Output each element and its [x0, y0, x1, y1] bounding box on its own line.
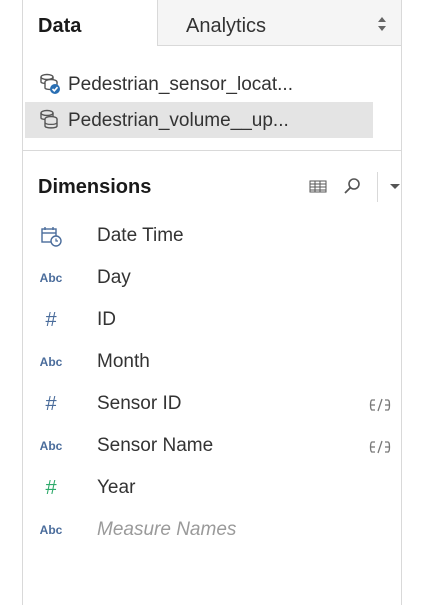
string-type-icon: Abc	[39, 355, 63, 369]
data-source-item[interactable]: Pedestrian_sensor_locat...	[25, 66, 373, 102]
number-type-icon: #	[45, 477, 57, 499]
field-row-sensor-id[interactable]: # Sensor ID	[23, 383, 401, 425]
data-source-label: Pedestrian_sensor_locat...	[68, 74, 293, 95]
field-row-day[interactable]: Abc Day	[23, 257, 401, 299]
field-row-measure-names[interactable]: Abc Measure Names	[23, 509, 401, 551]
field-name: Sensor Name	[97, 435, 214, 456]
divider	[23, 150, 401, 151]
linked-field-icon	[369, 440, 391, 454]
data-pane: Data Analytics Pedestrian_sensor_locat..…	[22, 0, 402, 605]
field-name: Day	[97, 267, 131, 288]
field-name: Date Time	[97, 225, 184, 246]
field-row-date-time[interactable]: Date Time	[23, 215, 401, 257]
dimensions-heading: Dimensions	[38, 176, 152, 198]
field-name: ID	[97, 309, 116, 330]
field-name: Year	[97, 477, 136, 498]
number-type-icon: #	[45, 309, 57, 331]
field-row-id[interactable]: # ID	[23, 299, 401, 341]
tab-data-label: Data	[38, 15, 82, 37]
field-row-sensor-name[interactable]: Abc Sensor Name	[23, 425, 401, 467]
view-data-icon[interactable]	[307, 175, 329, 197]
data-source-label: Pedestrian_volume__up...	[68, 110, 289, 131]
field-row-year[interactable]: # Year	[23, 467, 401, 509]
field-name: Sensor ID	[97, 393, 182, 414]
string-type-icon: Abc	[39, 523, 63, 537]
search-icon[interactable]	[341, 175, 363, 197]
header-divider	[377, 172, 378, 202]
field-row-month[interactable]: Abc Month	[23, 341, 401, 383]
dropdown-arrow-icon[interactable]	[384, 175, 406, 197]
string-type-icon: Abc	[39, 439, 63, 453]
linked-field-icon	[369, 398, 391, 412]
database-icon	[40, 109, 58, 129]
data-source-item-selected[interactable]: Pedestrian_volume__up...	[25, 102, 373, 138]
string-type-icon: Abc	[39, 271, 63, 285]
tab-analytics[interactable]: Analytics	[158, 0, 401, 46]
sort-arrows-icon[interactable]	[377, 16, 387, 32]
calendar-icon	[41, 227, 62, 247]
tab-analytics-label: Analytics	[186, 15, 267, 37]
pane-tabs: Data Analytics	[23, 0, 401, 46]
field-name: Measure Names	[97, 519, 237, 540]
database-connected-icon	[40, 73, 60, 94]
number-type-icon: #	[45, 393, 57, 415]
field-name: Month	[97, 351, 150, 372]
tab-data[interactable]: Data	[23, 0, 158, 46]
